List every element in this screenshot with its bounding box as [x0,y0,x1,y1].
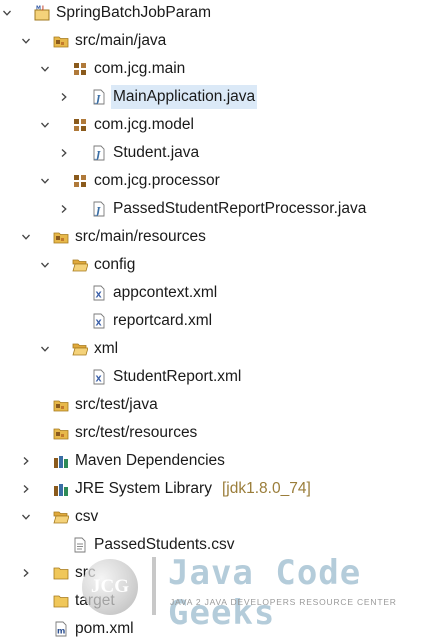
tree-item-appcontext-xml[interactable]: Xappcontext.xml [0,281,432,305]
tree-item-label: MainApplication.java [111,85,258,109]
svg-text:X: X [96,291,103,300]
tree-item-label: com.jcg.processor [94,172,220,189]
project-icon: MJ [34,5,50,21]
chevron-down-icon[interactable] [38,171,52,191]
source-folder-icon [53,229,69,245]
tree-item-label: reportcard.xml [113,312,213,329]
tree-item-label: appcontext.xml [113,284,218,301]
chevron-down-icon[interactable] [38,255,52,275]
chevron-down-icon[interactable] [19,31,33,51]
chevron-down-icon[interactable] [38,115,52,135]
tree-item-label: com.jcg.main [94,60,186,77]
tree-item-label: src/test/resources [75,424,198,441]
maven-pom-icon: m [53,621,69,637]
chevron-down-icon[interactable] [0,3,14,23]
tree-item-csv[interactable]: csv [0,505,432,529]
library-icon [53,453,69,469]
chevron-right-icon[interactable] [57,143,71,163]
tree-item-src[interactable]: src [0,561,432,585]
tree-item-decoration: [jdk1.8.0_74] [222,480,311,497]
tree-item-com-jcg-processor[interactable]: com.jcg.processor [0,169,432,193]
text-file-icon [72,537,88,553]
chevron-right-icon[interactable] [19,479,33,499]
xml-file-icon: X [91,285,107,301]
tree-item-maven-dependencies[interactable]: Maven Dependencies [0,449,432,473]
tree-item-label: xml [94,340,119,357]
tree-item-label: JRE System Library [75,480,212,497]
svg-text:J: J [41,6,44,12]
tree-item-label: src/test/java [75,396,158,413]
library-icon [53,481,69,497]
svg-text:J: J [94,207,101,217]
tree-item-mainapplication-java[interactable]: J MainApplication.java [0,85,432,109]
chevron-down-icon[interactable] [19,507,33,527]
tree-item-jre-system-library[interactable]: JRE System Library [jdk1.8.0_74] [0,477,432,501]
chevron-down-icon[interactable] [38,339,52,359]
source-folder-icon [53,397,69,413]
folder-open-icon [72,341,88,357]
tree-item-label: PassedStudentReportProcessor.java [113,200,367,217]
tree-item-label: src/main/java [75,32,167,49]
tree-item-xml[interactable]: xml [0,337,432,361]
chevron-right-icon[interactable] [19,563,33,583]
tree-item-passedstudents-csv[interactable]: PassedStudents.csv [0,533,432,557]
xml-file-icon: X [91,313,107,329]
folder-icon [53,593,69,609]
folder-open-icon [72,257,88,273]
java-file-icon: J [91,201,107,217]
package-icon [72,61,88,77]
tree-item-src-test-java[interactable]: src/test/java [0,393,432,417]
svg-text:J: J [94,151,101,161]
tree-item-target[interactable]: target [0,589,432,613]
svg-text:m: m [57,627,65,636]
tree-item-label: SpringBatchJobParam [56,4,212,21]
tree-item-studentreport-xml[interactable]: X StudentReport.xml [0,365,432,389]
tree-item-label: Student.java [113,144,200,161]
folder-icon [53,565,69,581]
tree-item-src-main-java[interactable]: src/main/java [0,29,432,53]
java-file-icon: J [91,89,107,105]
chevron-right-icon[interactable] [57,87,71,107]
tree-item-label: src/main/resources [75,228,206,245]
tree-item-student-java[interactable]: J Student.java [0,141,432,165]
chevron-right-icon[interactable] [19,451,33,471]
tree-item-label: Maven Dependencies [75,452,225,469]
tree-item-label: target [75,592,115,609]
tree-item-label: PassedStudents.csv [94,536,235,553]
svg-text:M: M [36,6,41,12]
tree-item-label: csv [75,508,99,525]
tree-item-springbatchjobparam[interactable]: M J SpringBatchJobParam [0,1,432,25]
chevron-down-icon[interactable] [19,227,33,247]
tree-item-label: StudentReport.xml [113,368,242,385]
tree-item-passedstudentreportprocessor-java[interactable]: J PassedStudentReportProcessor.java [0,197,432,221]
tree-item-label: config [94,256,136,273]
svg-text:X: X [96,319,103,328]
tree-item-label: src [75,564,96,581]
tree-item-src-main-resources[interactable]: src/main/resources [0,225,432,249]
java-file-icon: J [91,145,107,161]
xml-file-icon: X [91,369,107,385]
tree-item-label: com.jcg.model [94,116,194,133]
svg-text:X: X [96,375,103,384]
chevron-right-icon[interactable] [57,199,71,219]
folder-open-icon [53,509,69,525]
chevron-down-icon[interactable] [38,59,52,79]
source-folder-icon [53,33,69,49]
tree-item-reportcard-xml[interactable]: Xreportcard.xml [0,309,432,333]
package-icon [72,117,88,133]
source-folder-icon [53,425,69,441]
tree-item-config[interactable]: config [0,253,432,277]
tree-item-pom-xml[interactable]: m pom.xml [0,617,432,641]
tree-item-src-test-resources[interactable]: src/test/resources [0,421,432,445]
tree-item-com-jcg-main[interactable]: com.jcg.main [0,57,432,81]
package-icon [72,173,88,189]
svg-text:J: J [94,95,101,105]
tree-item-label: pom.xml [75,620,134,637]
tree-item-com-jcg-model[interactable]: com.jcg.model [0,113,432,137]
